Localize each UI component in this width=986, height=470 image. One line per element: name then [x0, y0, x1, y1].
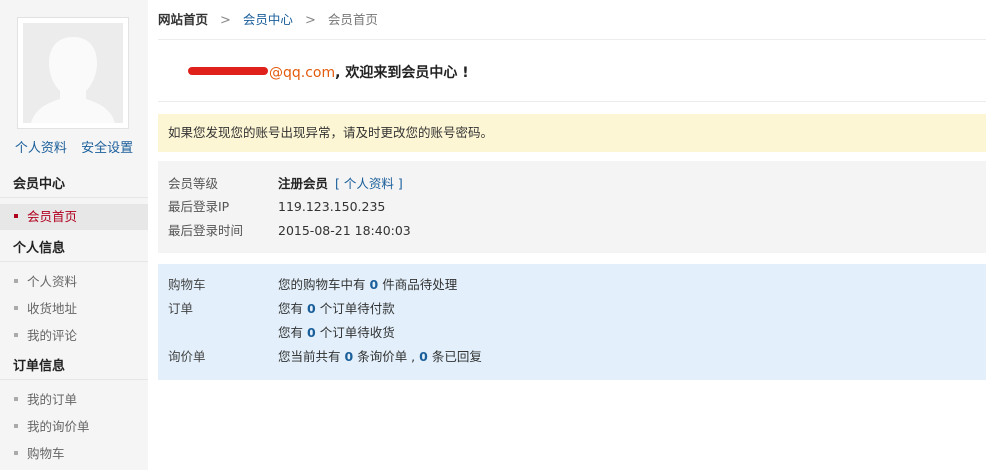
last-login-time-row: 最后登录时间 2015-08-21 18:40:03 — [168, 220, 411, 242]
profile-link[interactable]: 个人资料 — [15, 141, 67, 156]
breadcrumb-current: 会员首页 — [327, 12, 378, 27]
sidebar-item-label: 购物车 — [27, 446, 65, 461]
order-pay-suffix: 个订单待付款 — [319, 301, 395, 316]
sidebar: 个人资料 安全设置 会员中心 会员首页 个人信息 个人资料 收货地址 我的评论 … — [0, 0, 148, 470]
inquiry-reply-count[interactable]: 0 — [419, 349, 428, 364]
bullet-icon — [14, 396, 18, 401]
section-title-member-center: 会员中心 — [0, 172, 148, 198]
member-level-row: 会员等级 注册会员 [ 个人资料 ] — [168, 173, 403, 195]
sidebar-item-label: 个人资料 — [27, 274, 78, 289]
bullet-icon — [14, 278, 18, 283]
welcome-text: , 欢迎来到会员中心 ! — [335, 65, 469, 81]
cart-row: 购物车 您的购物车中有 0 件商品待处理 — [168, 274, 457, 296]
avatar-frame — [17, 17, 129, 129]
breadcrumb-home-link[interactable]: 网站首页 — [158, 12, 208, 27]
sidebar-item-label: 我的询价单 — [27, 419, 90, 434]
default-user-icon — [23, 23, 123, 123]
breadcrumb: 网站首页 > 会员中心 > 会员首页 — [158, 0, 986, 40]
email-suffix: @qq.com — [269, 65, 336, 81]
last-login-time-value: 2015-08-21 18:40:03 — [278, 223, 411, 238]
redacted-email — [188, 67, 268, 75]
security-notice: 如果您发现您的账号出现异常，请及时更改您的账号密码。 — [158, 114, 986, 152]
inquiry-mid: 条询价单 , — [357, 349, 416, 364]
sidebar-item-reviews[interactable]: 我的评论 — [0, 323, 148, 349]
last-login-time-label: 最后登录时间 — [168, 223, 244, 238]
sidebar-item-label: 收货地址 — [27, 301, 78, 316]
member-level-label: 会员等级 — [168, 176, 219, 191]
chevron-right-icon: > — [304, 13, 316, 28]
bullet-icon — [14, 332, 18, 337]
order-pay-prefix: 您有 — [278, 301, 304, 316]
inquiry-label: 询价单 — [168, 349, 206, 364]
last-ip-label: 最后登录IP — [168, 199, 230, 214]
sidebar-item-label: 我的订单 — [27, 392, 78, 407]
inquiry-count[interactable]: 0 — [345, 349, 354, 364]
sidebar-item-address[interactable]: 收货地址 — [0, 296, 148, 322]
sidebar-item-cart[interactable]: 购物车 — [0, 441, 148, 467]
sidebar-item-profile[interactable]: 个人资料 — [0, 269, 148, 295]
avatar[interactable] — [23, 23, 123, 123]
sidebar-item-orders[interactable]: 我的订单 — [0, 387, 148, 413]
order-recv-prefix: 您有 — [278, 325, 304, 340]
profile-links: 个人资料 安全设置 — [0, 137, 148, 156]
cart-text-suffix: 件商品待处理 — [382, 277, 458, 292]
summary-panel: 购物车 您的购物车中有 0 件商品待处理 订单 您有 0 个订单待付款 您有 0 个… — [158, 264, 986, 380]
member-level-value: 注册会员 — [278, 176, 329, 191]
bullet-icon — [14, 450, 18, 455]
bullet-icon — [14, 213, 18, 218]
sidebar-item-member-home[interactable]: 会员首页 — [0, 204, 148, 230]
last-ip-row: 最后登录IP 119.123.150.235 — [168, 196, 385, 218]
cart-label: 购物车 — [168, 277, 206, 292]
security-settings-link[interactable]: 安全设置 — [81, 141, 133, 156]
inquiry-row: 询价单 您当前共有 0 条询价单 , 0 条已回复 — [168, 346, 482, 368]
order-recv-suffix: 个订单待收货 — [319, 325, 395, 340]
main-content: 网站首页 > 会员中心 > 会员首页 @qq.com, 欢迎来到会员中心 ! 如果您发现… — [158, 0, 986, 470]
cart-count[interactable]: 0 — [370, 277, 379, 292]
order-recv-count[interactable]: 0 — [307, 325, 316, 340]
order-pay-count[interactable]: 0 — [307, 301, 316, 316]
divider — [158, 101, 986, 102]
last-ip-value: 119.123.150.235 — [278, 199, 386, 214]
account-info-panel: 会员等级 注册会员 [ 个人资料 ] 最后登录IP 119.123.150.235 … — [158, 161, 986, 253]
breadcrumb-member-center-link[interactable]: 会员中心 — [243, 12, 293, 27]
welcome-message: @qq.com, 欢迎来到会员中心 ! — [188, 62, 469, 82]
sidebar-item-inquiries[interactable]: 我的询价单 — [0, 414, 148, 440]
section-title-order-info: 订单信息 — [0, 354, 148, 380]
cart-text-prefix: 您的购物车中有 — [278, 277, 366, 292]
bullet-icon — [14, 423, 18, 428]
bullet-icon — [14, 305, 18, 310]
order-label: 订单 — [168, 301, 194, 316]
sidebar-item-label: 会员首页 — [27, 209, 78, 224]
inquiry-suffix: 条已回复 — [431, 349, 482, 364]
sidebar-item-label: 我的评论 — [27, 328, 78, 343]
inquiry-prefix: 您当前共有 — [278, 349, 341, 364]
profile-link-inline[interactable]: [ 个人资料 ] — [335, 176, 403, 191]
order-pay-row: 订单 您有 0 个订单待付款 — [168, 298, 395, 320]
section-title-personal-info: 个人信息 — [0, 236, 148, 262]
chevron-right-icon: > — [220, 13, 231, 28]
order-receive-row: 您有 0 个订单待收货 — [168, 322, 395, 344]
